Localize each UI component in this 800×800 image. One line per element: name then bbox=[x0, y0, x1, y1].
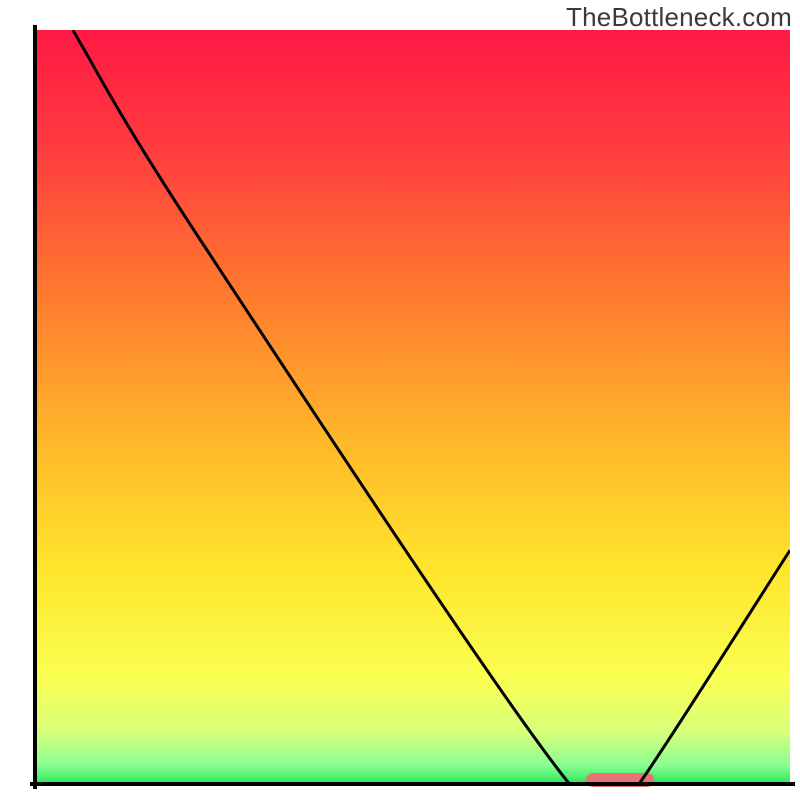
gradient-background bbox=[35, 30, 790, 784]
chart-container: TheBottleneck.com bbox=[0, 0, 800, 800]
bottleneck-chart bbox=[0, 0, 800, 800]
